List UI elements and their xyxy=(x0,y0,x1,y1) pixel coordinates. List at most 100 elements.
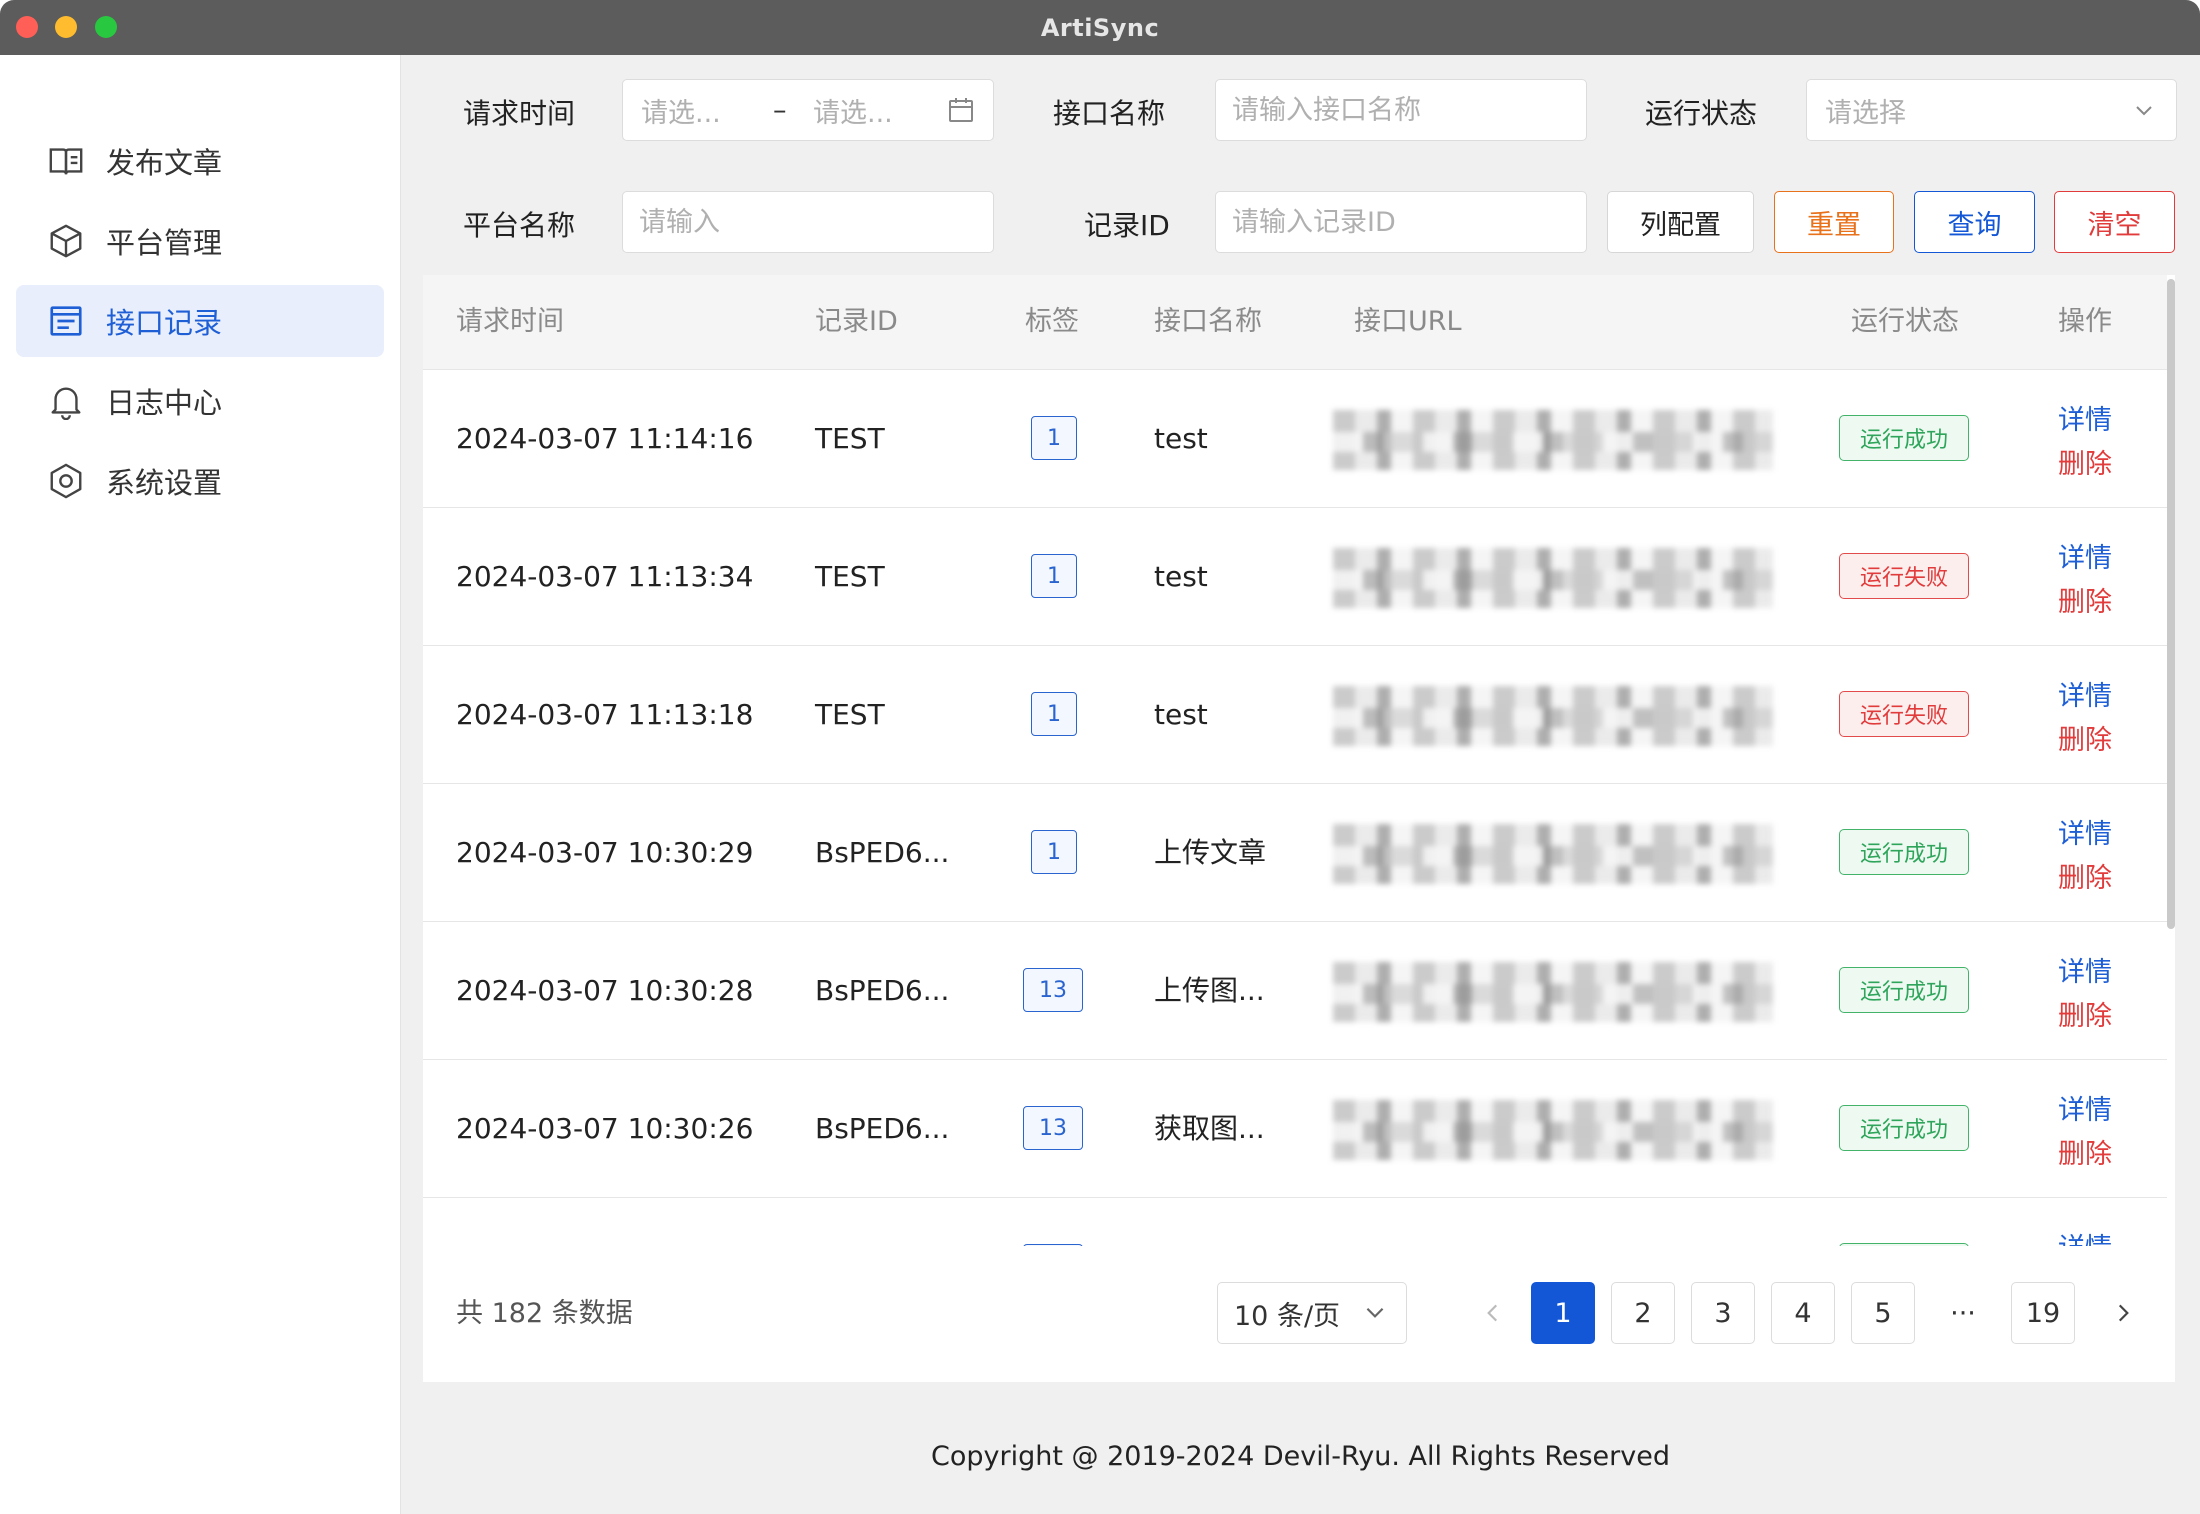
column-header-run-status: 运行状态 xyxy=(1851,306,1959,337)
page-button-1[interactable]: 1 xyxy=(1531,1282,1595,1344)
delete-link[interactable]: 删除 xyxy=(2058,442,2112,481)
prev-page-icon[interactable] xyxy=(1461,1282,1525,1344)
date-end-input[interactable]: 请选... xyxy=(813,91,893,130)
zoom-window-button[interactable] xyxy=(95,16,117,38)
clear-button[interactable]: 清空 xyxy=(2054,191,2175,253)
column-config-button[interactable]: 列配置 xyxy=(1607,191,1754,253)
detail-link[interactable]: 详情 xyxy=(2058,398,2112,437)
tag-badge: 1 xyxy=(1031,554,1077,598)
status-badge: 运行失败 xyxy=(1839,553,1969,599)
tag-badge: 1 xyxy=(1031,830,1077,874)
record-id-cell: BsPED6... xyxy=(815,1112,950,1145)
record-id-cell: TEST xyxy=(815,560,885,593)
page-ellipsis[interactable]: ··· xyxy=(1931,1282,1995,1344)
detail-link[interactable]: 详情 xyxy=(2058,674,2112,713)
close-window-button[interactable] xyxy=(16,16,38,38)
column-header-tag: 标签 xyxy=(1025,306,1079,337)
bell-icon xyxy=(46,381,86,421)
api-name-cell: test xyxy=(1154,422,1208,455)
run-status-select[interactable]: 请选择 xyxy=(1806,79,2177,141)
request-time-cell: 2024-03-07 10:30:29 xyxy=(456,836,754,869)
sidebar-item-platform-management[interactable]: 平台管理 xyxy=(16,205,384,277)
record-id-cell: BsPED6... xyxy=(815,974,950,1007)
next-page-icon[interactable] xyxy=(2091,1282,2155,1344)
tag-badge: 13 xyxy=(1023,968,1083,1012)
query-button[interactable]: 查询 xyxy=(1914,191,2035,253)
record-id-cell: BsPED6... xyxy=(815,836,950,869)
date-range-picker[interactable]: 请选... – 请选... xyxy=(622,79,994,141)
total-count: 共 182 条数据 xyxy=(456,1298,633,1329)
sidebar-item-publish-article[interactable]: 发布文章 xyxy=(16,125,384,197)
status-badge: 运行失败 xyxy=(1839,691,1969,737)
page-button-4[interactable]: 4 xyxy=(1771,1282,1835,1344)
detail-link[interactable]: 详情 xyxy=(2058,1226,2112,1246)
pagination: 共 182 条数据 10 条/页 1 2 3 4 5 ··· 19 xyxy=(423,1246,2175,1382)
book-icon xyxy=(46,141,86,181)
table-row: 2024-03-07 10:30:26 BsPED6... 13 获取图... … xyxy=(423,1060,2167,1198)
request-time-cell: 2024-03-07 11:14:16 xyxy=(456,422,754,455)
redacted-url xyxy=(1333,1100,1773,1160)
delete-link[interactable]: 删除 xyxy=(2058,994,2112,1033)
api-name-cell: test xyxy=(1154,698,1208,731)
tag-badge: 13 xyxy=(1023,1106,1083,1150)
page-size-select[interactable]: 10 条/页 xyxy=(1217,1282,1407,1344)
sidebar-item-log-center[interactable]: 日志中心 xyxy=(16,365,384,437)
redacted-url xyxy=(1333,686,1773,746)
sidebar-item-system-settings[interactable]: 系统设置 xyxy=(16,445,384,517)
copyright-footer: Copyright @ 2019-2024 Devil-Ryu. All Rig… xyxy=(931,1441,1670,1472)
table-row: 2024-03-07 11:13:18 TEST 1 test 运行失败 详情 … xyxy=(423,646,2167,784)
record-id-field[interactable] xyxy=(1215,191,1587,253)
delete-link[interactable]: 删除 xyxy=(2058,1132,2112,1171)
table-row: 2024-03-07 10:30:28 BsPED6... 13 上传图... … xyxy=(423,922,2167,1060)
column-header-request-time: 请求时间 xyxy=(456,306,564,337)
status-badge: 运行成功 xyxy=(1839,1105,1969,1151)
request-time-cell: 2024-03-07 11:13:34 xyxy=(456,560,754,593)
records-table: 请求时间 记录ID 标签 接口名称 接口URL 运行状态 操作 2024-03-… xyxy=(423,275,2175,1382)
api-name-field[interactable] xyxy=(1215,79,1587,141)
sidebar: 发布文章 平台管理 接口记录 日志中心 系统设置 xyxy=(0,55,401,1514)
detail-link[interactable]: 详情 xyxy=(2058,1088,2112,1127)
page-button-last[interactable]: 19 xyxy=(2011,1282,2075,1344)
delete-link[interactable]: 删除 xyxy=(2058,856,2112,895)
document-list-icon xyxy=(46,301,86,341)
sidebar-item-label: 平台管理 xyxy=(106,226,223,260)
calendar-icon[interactable] xyxy=(947,96,975,131)
table-scrollbar[interactable] xyxy=(2167,275,2175,1215)
detail-link[interactable]: 详情 xyxy=(2058,950,2112,989)
detail-link[interactable]: 详情 xyxy=(2058,812,2112,851)
platform-name-input[interactable] xyxy=(623,206,993,238)
platform-name-field[interactable] xyxy=(622,191,994,253)
column-header-api-url: 接口URL xyxy=(1354,306,1462,337)
api-name-cell: 上传文章 xyxy=(1154,836,1267,869)
redacted-url xyxy=(1333,824,1773,884)
reset-button[interactable]: 重置 xyxy=(1774,191,1894,253)
delete-link[interactable]: 删除 xyxy=(2058,580,2112,619)
detail-link[interactable]: 详情 xyxy=(2058,536,2112,575)
sidebar-item-label: 日志中心 xyxy=(106,386,223,420)
run-status-placeholder: 请选择 xyxy=(1825,97,1906,129)
page-button-2[interactable]: 2 xyxy=(1611,1282,1675,1344)
date-start-input[interactable]: 请选... xyxy=(641,91,721,130)
request-time-label: 请求时间 xyxy=(463,97,576,130)
sidebar-item-api-records[interactable]: 接口记录 xyxy=(16,285,384,357)
api-name-cell: 上传图... xyxy=(1154,974,1265,1007)
api-name-input[interactable] xyxy=(1216,94,1586,126)
main-content: 请求时间 请选... – 请选... 接口名称 运行状态 请选择 平台名称 记录… xyxy=(401,55,2200,1514)
table-row: 详情 xyxy=(423,1198,2167,1246)
page-button-5[interactable]: 5 xyxy=(1851,1282,1915,1344)
redacted-url xyxy=(1333,548,1773,608)
window-title: ArtiSync xyxy=(1040,13,1160,42)
record-id-input[interactable] xyxy=(1216,206,1586,238)
sidebar-item-label: 接口记录 xyxy=(106,306,223,340)
platform-name-label: 平台名称 xyxy=(463,209,576,242)
table-header: 请求时间 记录ID 标签 接口名称 接口URL 运行状态 操作 xyxy=(423,275,2167,370)
sidebar-item-label: 发布文章 xyxy=(106,146,223,180)
delete-link[interactable]: 删除 xyxy=(2058,718,2112,757)
cube-icon xyxy=(46,221,86,261)
page-button-3[interactable]: 3 xyxy=(1691,1282,1755,1344)
request-time-cell: 2024-03-07 10:30:26 xyxy=(456,1112,754,1145)
window-titlebar: ArtiSync xyxy=(0,0,2200,55)
scrollbar-thumb[interactable] xyxy=(2167,279,2175,929)
minimize-window-button[interactable] xyxy=(55,16,77,38)
api-name-cell: 获取图... xyxy=(1154,1112,1265,1145)
